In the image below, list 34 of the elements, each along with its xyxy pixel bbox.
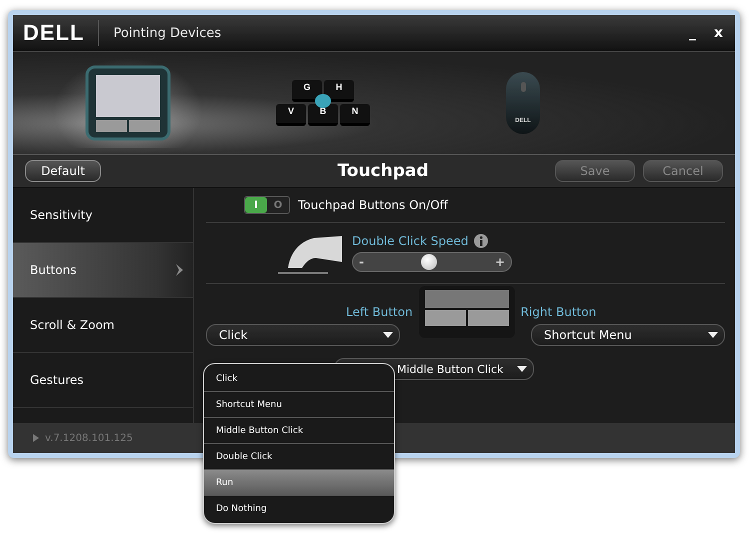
menu-item[interactable]: Do Nothing [204,496,394,521]
left-button-label: Left Button [346,305,413,319]
touchpad-icon [85,65,171,141]
page-title: Touchpad [336,161,430,181]
dell-logo: DELL [23,20,100,46]
chevron-icon [175,263,185,277]
slider-thumb[interactable] [421,254,438,270]
sidebar-item[interactable]: Scroll & Zoom [13,298,193,353]
caret-icon [383,332,393,338]
default-button[interactable]: Default [25,160,101,182]
right-button-dropdown[interactable]: Shortcut Menu [531,324,725,346]
device-tab[interactable]: G H V B N [243,58,403,148]
toggle-label: Touchpad Buttons On/Off [298,198,448,212]
sidebar-item[interactable]: Buttons [13,243,193,298]
menu-item[interactable]: Run [204,470,394,496]
window-title: Pointing Devices [113,26,222,40]
keyboard-keys-drawing: G H V B N [276,80,370,126]
sidebar-item[interactable]: Gestures [13,353,193,408]
speed-slider[interactable]: - + [352,252,512,272]
close-button[interactable]: x [712,25,725,41]
speed-label: Double Click Speed [352,234,468,248]
menu-item[interactable]: Middle Button Click [204,418,394,444]
minimize-button[interactable]: _ [686,25,698,41]
caret-icon [517,366,527,372]
info-icon [474,234,488,248]
touchpad-buttons-icon [418,286,515,338]
caret-icon [708,332,718,338]
version-text: v.7.1208.101.125 [45,432,133,444]
triangle-icon [33,434,39,442]
right-button-label: Right Button [520,305,596,319]
left-button-dropdown[interactable]: Click [206,324,400,346]
menu-item[interactable]: Shortcut Menu [204,392,394,418]
toggle-switch[interactable]: I O [244,196,290,214]
menu-item[interactable]: Click [204,366,394,392]
